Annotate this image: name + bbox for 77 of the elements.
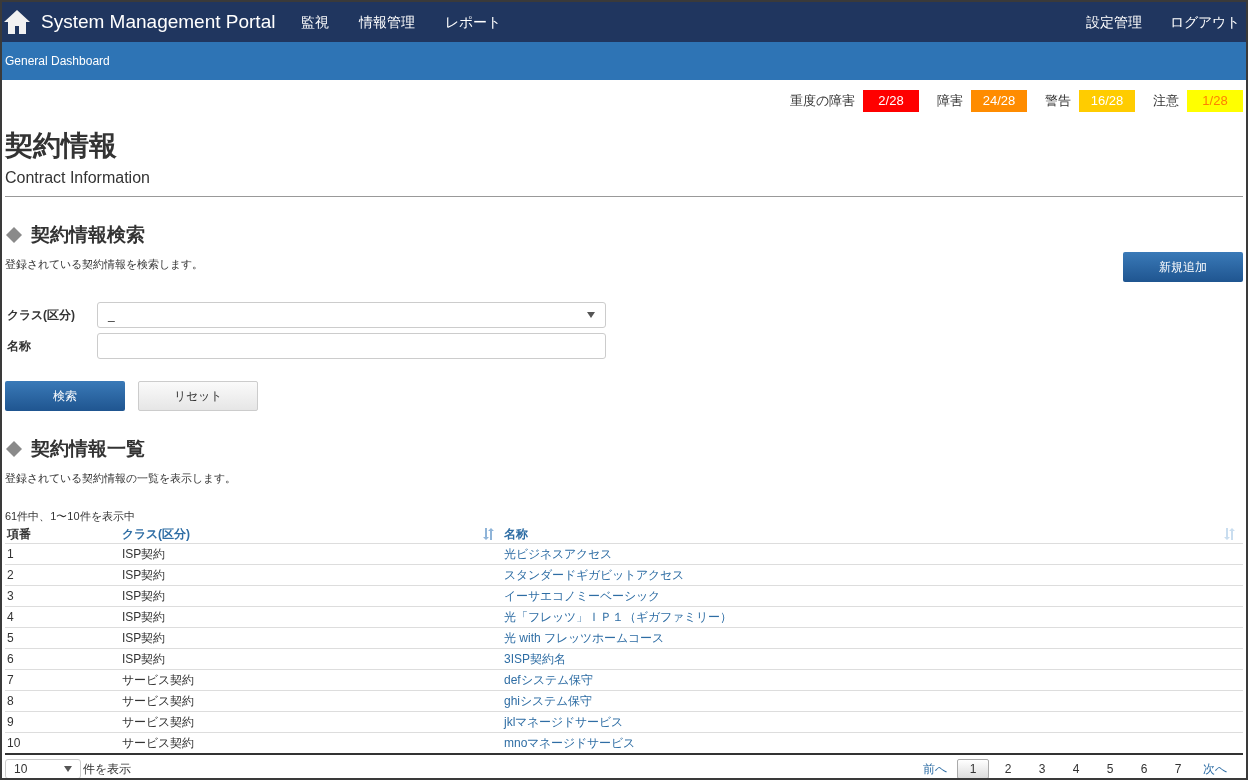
nav-link[interactable]: 情報管理 bbox=[347, 11, 428, 33]
contract-name-link[interactable]: ghiシステム保守 bbox=[504, 694, 592, 708]
page-link[interactable]: 2 bbox=[993, 758, 1023, 778]
table-cell: 2 bbox=[7, 568, 14, 582]
table-cell: ISP契約 bbox=[122, 547, 166, 561]
nav-link[interactable]: レポート bbox=[433, 11, 514, 33]
home-icon[interactable] bbox=[3, 9, 31, 35]
alert-label: 注意 bbox=[1153, 92, 1179, 111]
alert-label: 警告 bbox=[1045, 92, 1071, 111]
section-description: 登録されている契約情報の一覧を表示します。 bbox=[5, 470, 237, 486]
page-link[interactable]: 6 bbox=[1129, 758, 1159, 778]
table-cell: ISP契約 bbox=[122, 610, 166, 624]
page-link[interactable]: 1 bbox=[957, 758, 989, 778]
contract-name-link[interactable]: スタンダードギガビットアクセス bbox=[504, 568, 684, 582]
diamond-icon bbox=[5, 226, 23, 245]
contract-name-link[interactable]: jklマネージドサービス bbox=[504, 715, 624, 729]
dropdown-caret-icon bbox=[587, 312, 595, 318]
section-description: 登録されている契約情報を検索します。 bbox=[5, 256, 203, 272]
table-cell: サービス契約 bbox=[122, 735, 194, 750]
page-link[interactable]: 3 bbox=[1027, 758, 1057, 778]
section-heading: 契約情報一覧 bbox=[31, 437, 145, 461]
table-cell: 9 bbox=[7, 715, 14, 729]
page-subtitle: Contract Information bbox=[5, 168, 151, 188]
table-cell: ISP契約 bbox=[122, 589, 166, 603]
section-heading: 契約情報検索 bbox=[31, 223, 145, 247]
field-label: クラス(区分) bbox=[6, 307, 76, 324]
prev-page-link[interactable]: 前へ bbox=[917, 759, 953, 778]
nav-link[interactable]: 設定管理 bbox=[1072, 11, 1156, 33]
portal-title[interactable]: System Management Portal bbox=[41, 7, 276, 37]
page-size-label: 件を表示 bbox=[83, 760, 131, 778]
table-cell: 1 bbox=[7, 547, 14, 561]
next-page-link[interactable]: 次へ bbox=[1197, 759, 1233, 778]
contract-name-link[interactable]: 光「フレッツ」ＩＰ１（ギガファミリー） bbox=[504, 610, 732, 624]
contract-name-link[interactable]: mnoマネージドサービス bbox=[504, 735, 636, 750]
table-cell: 10 bbox=[7, 735, 21, 750]
search-button[interactable]: 検索 bbox=[5, 381, 125, 411]
result-count: 61件中、1〜10件を表示中 bbox=[5, 509, 136, 524]
sort-icon[interactable] bbox=[482, 526, 496, 541]
sort-icon[interactable] bbox=[1223, 526, 1237, 541]
contract-name-link[interactable]: 3ISP契約名 bbox=[504, 652, 566, 666]
page-link[interactable]: 5 bbox=[1095, 758, 1125, 778]
alert-count[interactable]: 2/28 bbox=[863, 90, 919, 112]
page-link[interactable]: 7 bbox=[1163, 758, 1193, 778]
column-header: 項番 bbox=[7, 525, 31, 543]
page-size-select[interactable]: 10 bbox=[5, 758, 81, 778]
alert-label: 障害 bbox=[937, 92, 963, 111]
table-cell: ISP契約 bbox=[122, 568, 166, 582]
table-cell: 8 bbox=[7, 694, 14, 708]
contract-name-link[interactable]: 光ビジネスアクセス bbox=[504, 547, 612, 561]
field-label: 名称 bbox=[6, 338, 32, 355]
diamond-icon bbox=[5, 440, 23, 459]
table-cell: 7 bbox=[7, 673, 14, 687]
table-cell: サービス契約 bbox=[122, 694, 194, 708]
table-cell: 5 bbox=[7, 631, 14, 645]
column-header[interactable]: クラス(区分) bbox=[122, 524, 190, 543]
table-cell: サービス契約 bbox=[122, 673, 194, 687]
name-input-field[interactable] bbox=[97, 333, 606, 359]
contract-name-link[interactable]: イーサエコノミーベーシック bbox=[504, 589, 660, 603]
table-cell: 6 bbox=[7, 652, 14, 666]
reset-button[interactable]: リセット bbox=[138, 381, 258, 411]
dropdown-caret-icon bbox=[64, 765, 72, 772]
add-button[interactable]: 新規追加 bbox=[1123, 252, 1243, 282]
breadcrumb-text[interactable]: General Dashboard bbox=[5, 52, 110, 70]
table-cell: 4 bbox=[7, 610, 14, 624]
table-cell: 3 bbox=[7, 589, 14, 603]
contract-name-link[interactable]: 光 with フレッツホームコース bbox=[504, 631, 664, 645]
alert-label: 重度の障害 bbox=[790, 92, 855, 111]
page-link[interactable]: 4 bbox=[1061, 758, 1091, 778]
table-cell: サービス契約 bbox=[122, 715, 194, 729]
table-cell: ISP契約 bbox=[122, 631, 166, 645]
column-header[interactable]: 名称 bbox=[504, 524, 528, 543]
nav-link[interactable]: ログアウト bbox=[1156, 11, 1246, 33]
contract-name-link[interactable]: defシステム保守 bbox=[504, 673, 593, 687]
class-select[interactable]: _ bbox=[97, 302, 606, 328]
table-cell: ISP契約 bbox=[122, 652, 166, 666]
nav-link[interactable]: 監視 bbox=[289, 11, 342, 33]
page-title: 契約情報 bbox=[5, 132, 118, 160]
